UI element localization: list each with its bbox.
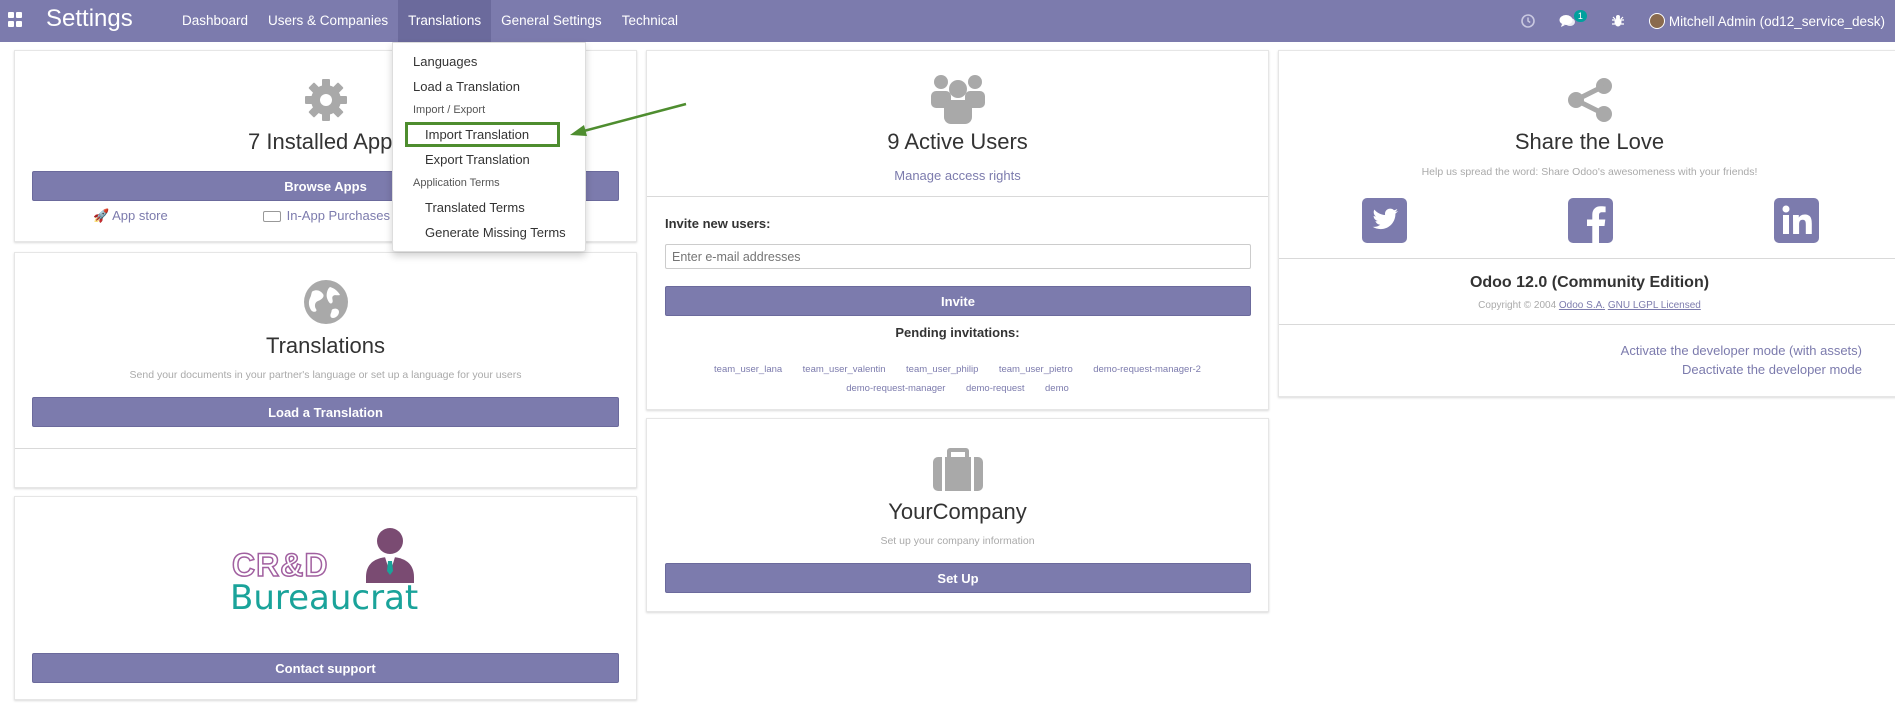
- chat-icon[interactable]: 1: [1559, 10, 1587, 28]
- highlight-box: [405, 122, 560, 147]
- share-card: Share the Love Help us spread the word: …: [1278, 50, 1895, 397]
- card-divider: [647, 196, 1268, 197]
- main-menu: Dashboard Users & Companies Translations…: [172, 0, 688, 42]
- dropdown-generate-missing-terms[interactable]: Generate Missing Terms: [425, 225, 566, 240]
- deactivate-dev-mode-link[interactable]: Deactivate the developer mode: [1682, 362, 1862, 377]
- app-store-label: App store: [112, 208, 168, 223]
- pending-user-tag[interactable]: team_user_valentin: [803, 364, 886, 375]
- active-users-title: 9 Active Users: [887, 129, 1028, 154]
- pending-user-tag[interactable]: team_user_pietro: [999, 364, 1073, 375]
- pending-user-tag[interactable]: demo-request: [966, 383, 1025, 394]
- odoo-sa-link[interactable]: Odoo S.A.: [1559, 300, 1605, 311]
- copyright: Copyright © 2004 Odoo S.A. GNU LGPL Lice…: [1279, 300, 1895, 311]
- gear-icon: [303, 77, 349, 128]
- user-name: Mitchell Admin (od12_service_desk): [1668, 13, 1885, 29]
- bug-icon[interactable]: [1611, 14, 1625, 28]
- globe-icon: [303, 279, 349, 330]
- dropdown-languages[interactable]: Languages: [413, 54, 477, 69]
- dropdown-translated-terms[interactable]: Translated Terms: [425, 200, 525, 215]
- twitter-icon[interactable]: [1362, 198, 1407, 248]
- translations-title: Translations: [265, 333, 385, 358]
- share-subtitle: Help us spread the word: Share Odoo's aw…: [1421, 166, 1758, 178]
- systray: 1 Mitchell Admin (od12_service_desk): [1509, 0, 1895, 42]
- menu-general-settings[interactable]: General Settings: [491, 0, 612, 42]
- odoo-edition: Odoo 12.0 (Community Edition): [1469, 274, 1710, 291]
- users-group-icon: [930, 72, 986, 131]
- manage-access-rights-link[interactable]: Manage access rights: [647, 168, 1268, 183]
- invite-button[interactable]: Invite: [665, 286, 1251, 316]
- invite-email-input[interactable]: [665, 244, 1251, 269]
- pending-user-tag[interactable]: team_user_philip: [906, 364, 978, 375]
- invite-label: Invite new users:: [665, 216, 771, 231]
- menu-technical[interactable]: Technical: [612, 0, 688, 42]
- company-title: YourCompany: [888, 499, 1027, 524]
- top-navbar: Settings Dashboard Users & Companies Tra…: [0, 0, 1895, 42]
- activity-clock-icon[interactable]: [1521, 14, 1535, 28]
- avatar: [1648, 13, 1665, 29]
- support-card: CR&D Bureaucrat Contact support: [14, 496, 637, 700]
- in-app-purchases-link[interactable]: In-App Purchases: [263, 208, 390, 223]
- rocket-icon: 🚀: [93, 208, 110, 223]
- translations-subtitle: Send your documents in your partner's la…: [129, 369, 522, 381]
- card-divider: [1279, 258, 1895, 259]
- dropdown-header-application-terms: Application Terms: [413, 177, 500, 189]
- company-subtitle: Set up your company information: [880, 535, 1035, 547]
- pending-user-tag[interactable]: demo: [1045, 383, 1069, 394]
- pending-user-tag[interactable]: demo-request-manager: [846, 383, 945, 394]
- pending-user-tag[interactable]: demo-request-manager-2: [1093, 364, 1201, 375]
- installed-apps-title: 7 Installed Apps: [248, 129, 404, 154]
- translations-dropdown: Languages Load a Translation Import / Ex…: [392, 42, 586, 252]
- license-link[interactable]: GNU LGPL Licensed: [1608, 300, 1701, 311]
- dropdown-load-translation[interactable]: Load a Translation: [413, 79, 520, 94]
- facebook-icon[interactable]: [1568, 198, 1613, 248]
- card-divider: [15, 448, 636, 449]
- app-title: Settings: [46, 5, 133, 32]
- logo-bottom-text: Bureaucrat: [230, 578, 419, 618]
- chat-badge: 1: [1573, 10, 1587, 22]
- pending-invitations-row-1: team_user_lana team_user_valentin team_u…: [647, 359, 1268, 377]
- dropdown-export-translation[interactable]: Export Translation: [425, 152, 530, 167]
- menu-dashboard[interactable]: Dashboard: [172, 0, 258, 42]
- contact-support-button[interactable]: Contact support: [32, 653, 619, 683]
- set-up-company-button[interactable]: Set Up: [665, 563, 1251, 593]
- menu-users-companies[interactable]: Users & Companies: [258, 0, 398, 42]
- apps-menu-icon[interactable]: [8, 12, 24, 28]
- pending-user-tag[interactable]: team_user_lana: [714, 364, 782, 375]
- in-app-purchases-label: In-App Purchases: [286, 208, 390, 223]
- crnd-bureaucrat-logo: CR&D Bureaucrat: [230, 521, 440, 618]
- annotation-arrow: [568, 102, 688, 143]
- briefcase-icon: [932, 446, 984, 497]
- users-card: 9 Active Users Manage access rights Invi…: [646, 50, 1269, 410]
- user-menu[interactable]: Mitchell Admin (od12_service_desk): [1648, 13, 1895, 29]
- linkedin-icon[interactable]: [1774, 198, 1819, 248]
- activate-dev-mode-assets-link[interactable]: Activate the developer mode (with assets…: [1621, 343, 1862, 358]
- company-card: YourCompany Set up your company informat…: [646, 418, 1269, 612]
- dropdown-header-import-export: Import / Export: [413, 104, 486, 116]
- share-icon: [1566, 77, 1614, 128]
- load-translation-button[interactable]: Load a Translation: [32, 397, 619, 427]
- money-icon: [263, 211, 281, 223]
- app-store-link[interactable]: 🚀 App store: [93, 208, 168, 224]
- share-title: Share the Love: [1514, 129, 1665, 154]
- pending-invitations-title: Pending invitations:: [895, 325, 1020, 340]
- pending-invitations-row-2: demo-request-manager demo-request demo: [647, 378, 1268, 396]
- translations-card: Translations Send your documents in your…: [14, 252, 637, 488]
- menu-translations[interactable]: Translations: [398, 0, 492, 42]
- card-divider: [1279, 324, 1895, 325]
- copyright-prefix: Copyright © 2004: [1478, 300, 1557, 311]
